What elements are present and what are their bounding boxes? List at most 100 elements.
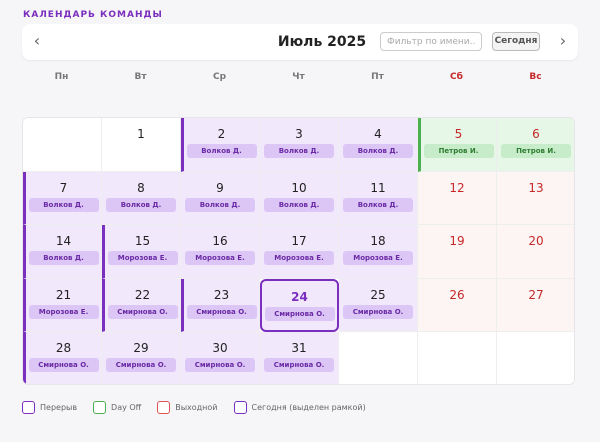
employee-chip[interactable]: Смирнова О.	[185, 358, 255, 373]
today-button[interactable]: Сегодня	[492, 32, 540, 51]
day-cell-22[interactable]: 22 Смирнова О.	[102, 278, 181, 333]
employee-chip[interactable]: Смирнова О.	[107, 304, 178, 319]
day-cell-4[interactable]: 4 Волков Д.	[339, 118, 418, 172]
name-filter-input[interactable]	[380, 32, 482, 51]
day-cell-26[interactable]: 26	[418, 278, 497, 333]
day-cell-10[interactable]: 10 Волков Д.	[260, 171, 339, 226]
calendar-header: ‹ Июль 2025 Сегодня ›	[22, 24, 578, 60]
employee-chip[interactable]: Смирнова О.	[264, 306, 335, 321]
employee-chip[interactable]: Морозова Е.	[107, 251, 178, 266]
day-cell-13[interactable]: 13	[497, 171, 574, 226]
day-cell-19[interactable]: 19	[418, 225, 497, 279]
day-cell-27[interactable]: 27	[497, 278, 574, 333]
weekday-sat: Сб	[450, 72, 463, 82]
employee-chip[interactable]: Морозова Е.	[185, 251, 255, 266]
day-number: 27	[528, 287, 544, 302]
day-cell-31[interactable]: 31 Смирнова О.	[260, 332, 339, 384]
day-cell-3[interactable]: 3 Волков Д.	[260, 118, 339, 172]
day-number: 22	[134, 287, 151, 302]
day-number: 10	[291, 180, 307, 195]
legend-swatch-break	[22, 400, 35, 414]
employee-chip[interactable]: Морозова Е.	[28, 304, 99, 319]
day-number: 17	[291, 234, 307, 249]
employee-chip[interactable]: Волков Д.	[264, 197, 334, 212]
day-cell-25[interactable]: 25 Смирнова О.	[339, 278, 418, 333]
day-number: 28	[55, 341, 72, 356]
day-number: 4	[374, 127, 382, 141]
day-cell-18[interactable]: 18 Морозова Е.	[339, 225, 418, 279]
day-cell-11[interactable]: 11 Волков Д.	[339, 171, 418, 226]
day-cell-7[interactable]: 7 Волков Д.	[23, 171, 102, 226]
chevron-right-icon[interactable]: ›	[554, 33, 572, 51]
day-number: 24	[291, 289, 308, 304]
day-cell-28[interactable]: 28 Смирнова О.	[23, 332, 102, 384]
day-cell-6[interactable]: 6 Петров И.	[497, 118, 574, 172]
day-number: 9	[216, 180, 224, 195]
day-cell-21[interactable]: 21 Морозова Е.	[23, 278, 102, 333]
day-number: 16	[212, 234, 228, 249]
day-cell-2[interactable]: 2 Волков Д.	[181, 118, 260, 172]
legend-label-weekend: Выходной	[175, 402, 218, 412]
employee-chip[interactable]: Смирнова О.	[343, 304, 413, 319]
employee-chip[interactable]: Морозова Е.	[343, 251, 413, 266]
day-cell-14[interactable]: 14 Волков Д.	[23, 225, 102, 279]
day-cell-23[interactable]: 23 Смирнова О.	[181, 278, 260, 333]
legend: Перерыв Day Off Выходной Сегодня (выделе…	[22, 400, 382, 414]
day-cell-12[interactable]: 12	[418, 171, 497, 226]
day-cell-20[interactable]: 20	[497, 225, 574, 279]
day-number: 23	[213, 287, 230, 302]
employee-chip[interactable]: Волков Д.	[185, 197, 255, 212]
day-cell-24[interactable]: 24 Смирнова О.	[260, 278, 339, 333]
day-number: 13	[528, 180, 544, 195]
employee-chip[interactable]: Смирнова О.	[186, 304, 257, 319]
day-number: 2	[217, 127, 226, 141]
day-number: 20	[528, 234, 544, 249]
day-number: 26	[449, 287, 465, 302]
day-cell-1[interactable]: 1	[102, 118, 181, 172]
employee-chip[interactable]: Смирнова О.	[264, 358, 334, 373]
day-cell-8[interactable]: 8 Волков Д.	[102, 171, 181, 226]
day-cell-29[interactable]: 29 Смирнова О.	[102, 332, 181, 384]
legend-label-break: Перерыв	[40, 402, 78, 412]
legend-item-weekend: Выходной	[157, 400, 218, 414]
legend-label-today: Сегодня (выделен рамкой)	[251, 402, 366, 412]
weekday-mon: Пн	[54, 72, 69, 82]
employee-chip[interactable]: Смирнова О.	[106, 358, 176, 373]
day-cell-30[interactable]: 30 Смирнова О.	[181, 332, 260, 384]
day-cell-17[interactable]: 17 Морозова Е.	[260, 225, 339, 279]
employee-chip[interactable]: Волков Д.	[343, 144, 413, 158]
employee-chip[interactable]: Волков Д.	[106, 197, 176, 212]
calendar-grid: 1 2 Волков Д. 3 Волков Д. 4 Волков Д. 5 Петров И…	[22, 117, 575, 385]
day-number: 12	[449, 180, 465, 195]
day-number: 25	[370, 287, 386, 302]
day-number: 19	[449, 234, 465, 249]
employee-chip[interactable]: Морозова Е.	[264, 251, 334, 266]
weekday-sun: Вс	[529, 72, 542, 82]
employee-chip[interactable]: Петров И.	[423, 144, 494, 158]
employee-chip[interactable]: Волков Д.	[343, 197, 413, 212]
day-cell-15[interactable]: 15 Морозова Е.	[102, 225, 181, 279]
legend-item-dayoff: Day Off	[93, 400, 142, 414]
employee-chip[interactable]: Волков Д.	[264, 144, 334, 158]
legend-label-dayoff: Day Off	[111, 402, 142, 412]
day-cell-5[interactable]: 5 Петров И.	[418, 118, 497, 172]
legend-swatch-dayoff	[93, 400, 107, 414]
day-number: 6	[532, 127, 540, 141]
day-number: 15	[134, 234, 151, 249]
employee-chip[interactable]: Смирнова О.	[28, 358, 99, 373]
day-number: 31	[291, 341, 307, 356]
employee-chip[interactable]: Волков Д.	[28, 197, 99, 212]
employee-chip[interactable]: Волков Д.	[28, 251, 99, 266]
day-number: 18	[370, 234, 386, 249]
legend-item-today: Сегодня (выделен рамкой)	[233, 400, 366, 414]
day-number: 7	[59, 180, 68, 195]
day-cell-16[interactable]: 16 Морозова Е.	[181, 225, 260, 279]
employee-chip[interactable]: Петров И.	[501, 144, 571, 158]
day-number: 21	[55, 287, 72, 302]
day-cell-9[interactable]: 9 Волков Д.	[181, 171, 260, 226]
chevron-left-icon[interactable]: ‹	[28, 33, 46, 51]
day-cell-empty	[418, 332, 497, 384]
weekday-thu: Чт	[292, 72, 305, 82]
day-number: 3	[295, 127, 303, 141]
employee-chip[interactable]: Волков Д.	[186, 144, 257, 158]
